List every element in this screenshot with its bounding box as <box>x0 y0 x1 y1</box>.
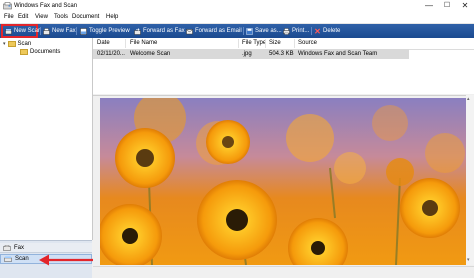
new-scan-button[interactable]: New Scan <box>1 24 42 38</box>
vertical-scrollbar[interactable]: ▴ ▾ <box>466 95 474 265</box>
tree-item-scan-label: Scan <box>17 41 32 47</box>
column-source[interactable]: Source <box>298 40 317 47</box>
forward-as-fax-button[interactable]: Forward as Fax <box>132 25 185 37</box>
column-divider[interactable] <box>125 39 126 48</box>
column-size[interactable]: Size <box>269 40 281 47</box>
printer-icon <box>283 27 290 35</box>
folder-icon <box>20 49 28 55</box>
menu-view[interactable]: View <box>35 14 48 21</box>
forward-fax-icon <box>134 27 141 35</box>
flower <box>386 158 414 186</box>
fax-icon <box>3 244 11 251</box>
new-fax-button[interactable]: New Fax <box>41 25 76 37</box>
minimize-button[interactable]: — <box>421 0 437 12</box>
table-row[interactable]: 02/11/20... Welcome Scan .jpg 504.3 KB W… <box>93 49 409 59</box>
cell-date: 02/11/20... <box>97 51 125 57</box>
close-button[interactable]: ✕ <box>457 0 473 12</box>
menu-help[interactable]: Help <box>106 14 118 21</box>
forward-as-email-button[interactable]: Forward as Email <box>184 25 242 37</box>
tree-item-scan[interactable]: ▾ Scan <box>3 40 31 48</box>
forward-as-fax-label: Forward as Fax <box>143 28 185 34</box>
forward-as-email-label: Forward as Email <box>195 28 242 34</box>
menu-tools[interactable]: Tools <box>54 14 68 21</box>
window-title: Windows Fax and Scan <box>14 3 78 9</box>
column-divider[interactable] <box>238 39 239 48</box>
flower <box>400 178 460 238</box>
fax-icon <box>43 27 50 35</box>
column-file-name[interactable]: File Name <box>130 40 157 47</box>
collapse-icon[interactable]: ▾ <box>3 40 6 48</box>
menu-file[interactable]: File <box>4 14 14 21</box>
scroll-down-icon[interactable]: ▾ <box>467 257 470 263</box>
toggle-preview-button[interactable]: Toggle Preview <box>78 25 130 37</box>
flower <box>197 180 277 260</box>
toolbar-separator <box>76 27 77 35</box>
menu-document[interactable]: Document <box>72 14 99 21</box>
save-as-button[interactable]: Save as... <box>244 25 282 37</box>
toggle-preview-label: Toggle Preview <box>89 28 130 34</box>
cell-file-name: Welcome Scan <box>130 51 171 57</box>
cell-source: Windows Fax and Scan Team <box>298 51 378 57</box>
column-divider[interactable] <box>265 39 266 48</box>
scanner-icon <box>4 256 12 262</box>
maximize-button[interactable]: ☐ <box>439 0 455 12</box>
scroll-up-icon[interactable]: ▴ <box>467 96 470 102</box>
column-date[interactable]: Date <box>97 40 110 47</box>
column-file-type[interactable]: File Type <box>242 40 266 47</box>
scan-preview-image <box>100 98 471 265</box>
title-bar: Windows Fax and Scan — ☐ ✕ <box>0 0 474 12</box>
tree-item-documents-label: Documents <box>30 49 61 55</box>
nav-scan-label: Scan <box>15 256 29 262</box>
delete-label: Delete <box>323 28 341 34</box>
print-label: Print... <box>292 28 310 34</box>
cell-file-type: .jpg <box>242 51 252 57</box>
save-icon <box>246 27 253 35</box>
delete-icon: ✕ <box>314 26 321 36</box>
preview-pane-icon <box>80 27 87 35</box>
folder-pane: ▾ Scan Documents <box>0 38 93 240</box>
status-bar <box>93 266 474 278</box>
nav-fax-label: Fax <box>14 244 25 251</box>
cell-size: 504.3 KB <box>269 51 294 57</box>
toolbar: New Scan New Fax Toggle Preview Forward … <box>0 24 474 39</box>
email-icon <box>186 28 193 34</box>
fax-scan-app-icon <box>3 2 12 10</box>
save-as-label: Save as... <box>255 28 282 34</box>
flower <box>206 120 250 164</box>
flower <box>115 128 175 188</box>
scanner-icon <box>5 28 12 34</box>
delete-button[interactable]: ✕ Delete <box>312 25 340 37</box>
print-button[interactable]: Print... <box>281 25 310 37</box>
nav-fax[interactable]: Fax <box>0 243 92 253</box>
menu-bar: File Edit View Tools Document Help <box>0 12 474 24</box>
folder-icon <box>7 41 16 47</box>
tree-item-documents[interactable]: Documents <box>20 48 60 56</box>
new-scan-label: New Scan <box>14 28 42 34</box>
menu-edit[interactable]: Edit <box>18 14 28 21</box>
column-divider[interactable] <box>294 39 295 48</box>
new-fax-label: New Fax <box>52 28 76 34</box>
